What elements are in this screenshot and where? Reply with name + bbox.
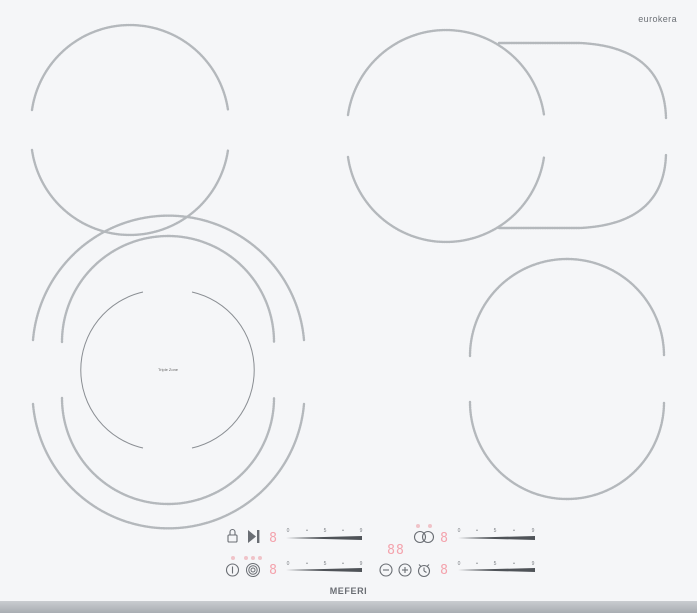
- slider-top-left[interactable]: [286, 536, 362, 540]
- cooking-zones: 0 • 5 • 9 0 • 5 • 9 0 • 5 • 9 0 • 5 • 9 …: [30, 23, 668, 578]
- display-top-right: 8: [440, 531, 448, 546]
- plus-icon[interactable]: [398, 563, 412, 577]
- slider-tick: 5: [494, 528, 497, 534]
- rear-right-extension-bottom: [497, 152, 668, 230]
- slider-tick: 9: [360, 561, 363, 567]
- slider-tick: 5: [324, 561, 327, 567]
- slider-tick: •: [306, 528, 308, 534]
- slider-tick: 9: [532, 561, 535, 567]
- minus-icon[interactable]: [379, 563, 393, 577]
- rear-right-zone-arc-bottom: [346, 155, 546, 244]
- triple-zone-outer-arc-bottom: [31, 402, 306, 530]
- slider-tick: 9: [360, 528, 363, 534]
- triple-zone-label: Triple Zone: [157, 367, 179, 372]
- slider-tick: •: [476, 528, 478, 534]
- slider-bottom-left[interactable]: [286, 568, 362, 572]
- slider-tick: •: [513, 561, 515, 567]
- triple-zone-inner-arc-left: [80, 291, 144, 449]
- display-bottom-right: 8: [440, 563, 448, 578]
- slider-tick: 0: [458, 528, 461, 534]
- front-right-zone-arc-bottom: [468, 400, 666, 501]
- slider-tick: 0: [287, 528, 290, 534]
- display-timer: 88: [387, 543, 405, 558]
- slider-tick: 0: [287, 561, 290, 567]
- slider-tick: •: [306, 561, 308, 567]
- rear-left-zone-arc-top: [30, 23, 230, 112]
- slider-tick: •: [342, 528, 344, 534]
- slider-tick: 5: [494, 561, 497, 567]
- slider-tick: •: [476, 561, 478, 567]
- triple-zone-icon[interactable]: [246, 563, 260, 577]
- slider-top-right[interactable]: [458, 536, 535, 540]
- lock-icon[interactable]: [227, 528, 238, 543]
- triple-zone-outer-arc-top: [31, 214, 306, 342]
- slider-tick: •: [513, 528, 515, 534]
- rear-right-extension-top: [497, 41, 668, 120]
- dual-zone-indicator-dots: [416, 524, 432, 528]
- display-bottom-left: 8: [269, 563, 277, 578]
- meferi-logo: MEFERI: [329, 586, 368, 596]
- slider-tick: 9: [532, 528, 535, 534]
- slider-tick: •: [342, 561, 344, 567]
- timer-icon[interactable]: [417, 564, 431, 578]
- power-icon[interactable]: [225, 563, 240, 577]
- triple-zone-inner-arc-right: [191, 291, 255, 449]
- zone-indicator-dots: [231, 556, 262, 560]
- play-pause-icon[interactable]: [248, 530, 260, 543]
- display-top-left: 8: [269, 531, 277, 546]
- slider-tick: 5: [324, 528, 327, 534]
- dual-zone-icon[interactable]: [413, 530, 435, 544]
- front-right-zone-arc-top: [468, 257, 666, 358]
- slider-bottom-right[interactable]: [458, 568, 535, 572]
- slider-tick: 0: [458, 561, 461, 567]
